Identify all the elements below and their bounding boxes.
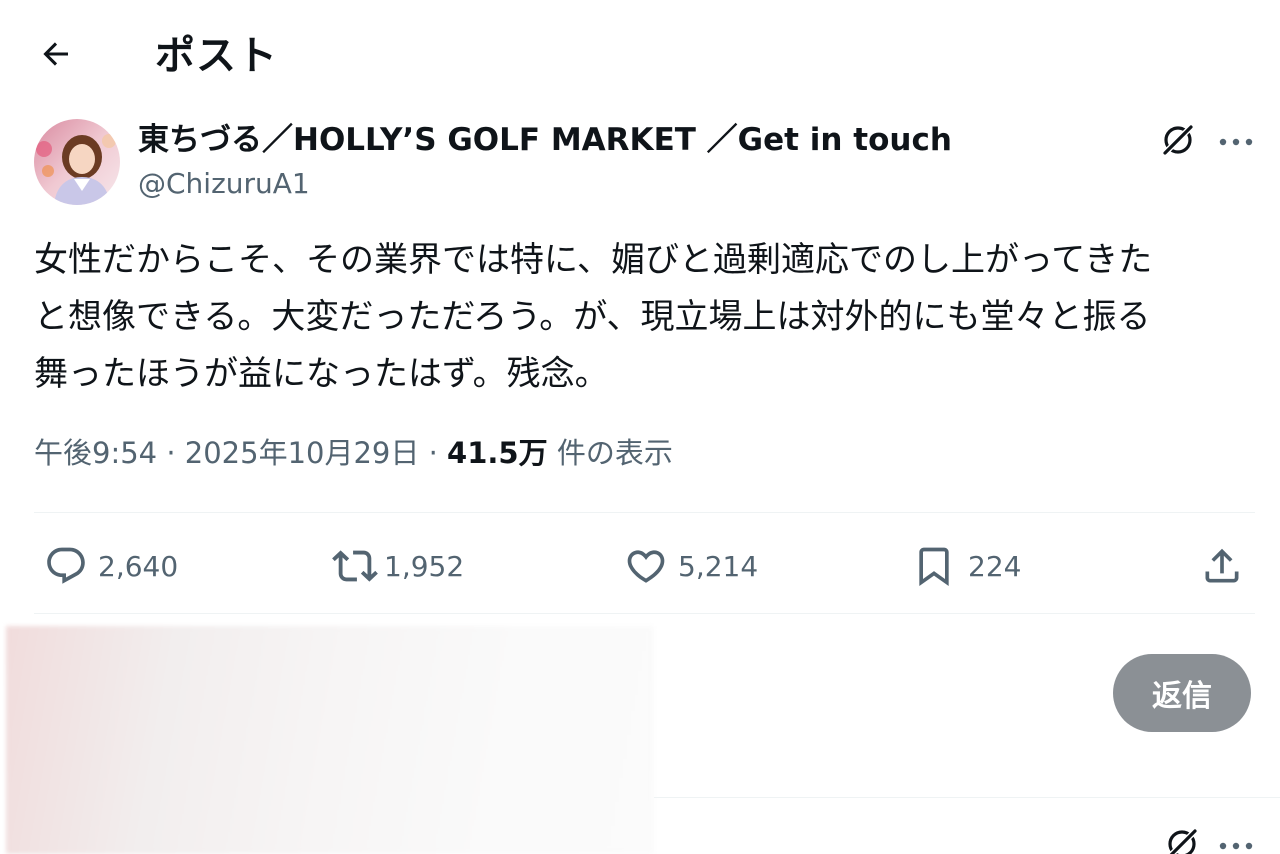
author-display-name[interactable]: 東ちづる／HOLLY’S GOLF MARKET ／Get in touch <box>138 118 952 162</box>
back-arrow-icon <box>38 36 74 76</box>
repost-icon <box>332 543 378 589</box>
divider <box>34 512 1255 513</box>
bookmark-count: 224 <box>968 549 1022 583</box>
views-count[interactable]: 41.5万 <box>447 436 548 470</box>
post-page: ポスト 東ちづる／HOLLY’S GOLF MARKET ／Get in tou… <box>0 0 1280 854</box>
heart-icon <box>624 544 668 588</box>
divider <box>34 613 1255 614</box>
like-action-button[interactable]: 5,214 <box>624 536 758 596</box>
reply-submit-button[interactable]: 返信 <box>1113 654 1251 732</box>
tweet-time[interactable]: 午後9:54 <box>34 436 157 470</box>
more-options-button[interactable] <box>1212 822 1260 854</box>
avatar[interactable] <box>34 119 120 205</box>
bookmark-action-button[interactable]: 224 <box>912 536 1021 596</box>
like-count: 5,214 <box>678 549 759 583</box>
grok-icon <box>1163 825 1201 854</box>
meta-separator: · <box>166 436 176 470</box>
reply-count: 2,640 <box>98 549 179 583</box>
more-dots-icon <box>1218 133 1254 152</box>
divider <box>654 797 1280 798</box>
meta-separator: · <box>428 436 438 470</box>
blurred-reply-composer <box>6 626 654 854</box>
reply-bubble-icon <box>44 544 88 588</box>
page-title: ポスト <box>155 33 278 79</box>
grok-button[interactable] <box>1158 822 1206 854</box>
more-dots-icon <box>1218 837 1254 854</box>
author-handle[interactable]: @ChizuruA1 <box>138 162 310 206</box>
bookmark-icon <box>912 544 956 588</box>
reply-action-button[interactable]: 2,640 <box>44 536 178 596</box>
tweet-date[interactable]: 2025年10月29日 <box>185 436 420 470</box>
tweet-text: 女性だからこそ、その業界では特に、媚びと過剰適応でのし上がってきた と想像できる… <box>34 240 1153 394</box>
back-button[interactable] <box>34 34 78 78</box>
tweet-meta: 午後9:54 · 2025年10月29日 · 41.5万 件の表示 <box>34 428 673 478</box>
share-button[interactable] <box>1200 536 1244 596</box>
page-header: ポスト <box>0 0 1280 110</box>
share-icon <box>1200 544 1244 588</box>
grok-button[interactable] <box>1154 118 1202 166</box>
more-options-button[interactable] <box>1212 118 1260 166</box>
repost-count: 1,952 <box>384 549 465 583</box>
grok-icon <box>1159 121 1197 163</box>
repost-action-button[interactable]: 1,952 <box>332 536 464 596</box>
views-label: 件の表示 <box>556 436 673 470</box>
